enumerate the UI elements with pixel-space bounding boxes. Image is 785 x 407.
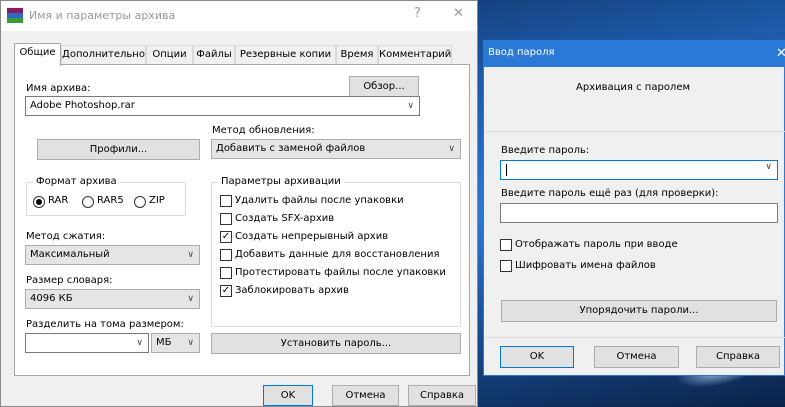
password-dialog-title-bar[interactable]: Ввод пароля ✕ — [484, 41, 785, 67]
tab-backup[interactable]: Резервные копии — [235, 45, 336, 65]
format-rar-label: RAR — [48, 195, 69, 206]
help-button[interactable]: Справка — [408, 385, 476, 406]
organize-passwords-button[interactable]: Упорядочить пароли... — [501, 300, 777, 322]
cancel-button[interactable]: Отмена — [332, 385, 399, 406]
help-button[interactable]: Справка — [696, 346, 780, 368]
split-volumes-label: Разделить на тома размером: — [26, 319, 184, 330]
password-input[interactable]: ∨ — [500, 160, 778, 180]
profiles-button[interactable]: Профили... — [37, 139, 200, 160]
cancel-button[interactable]: Отмена — [594, 346, 679, 368]
tab-options[interactable]: Опции — [146, 45, 193, 65]
dictionary-size-select[interactable]: 4096 КБ ∨ — [25, 289, 200, 309]
chevron-down-icon[interactable]: ∨ — [187, 290, 194, 308]
general-tab-panel: Имя архива: Обзор... Adobe Photoshop.rar… — [14, 64, 470, 376]
password-dialog-title: Ввод пароля — [488, 47, 555, 58]
chevron-down-icon[interactable]: ∨ — [765, 162, 772, 172]
archive-name-label: Имя архива: — [26, 83, 91, 94]
archive-params-title: Параметры архивации — [218, 176, 344, 187]
compression-method-value: Максимальный — [30, 249, 110, 260]
ok-button[interactable]: OK — [500, 346, 574, 368]
tab-advanced[interactable]: Дополнительно — [61, 45, 146, 65]
tab-time[interactable]: Время — [336, 45, 378, 65]
dictionary-size-label: Размер словаря: — [26, 275, 113, 286]
split-unit-select[interactable]: МБ ∨ — [151, 333, 200, 353]
winrar-app-icon — [7, 8, 23, 24]
archive-name-value: Adobe Photoshop.rar — [30, 100, 135, 111]
lock-archive-checkbox[interactable]: ✓ — [220, 285, 232, 297]
solid-archive-checkbox[interactable]: ✓ — [220, 231, 232, 243]
chevron-down-icon[interactable]: ∨ — [136, 334, 143, 352]
archive-format-group: Формат архива RAR RAR5 ZIP — [26, 176, 186, 216]
close-icon[interactable]: ✕ — [776, 46, 785, 61]
archive-name-combo[interactable]: Adobe Photoshop.rar ∨ — [25, 96, 420, 116]
split-unit-value: МБ — [156, 337, 172, 348]
archive-settings-window: Имя и параметры архива ? ✕ Общие Дополни… — [0, 0, 478, 407]
show-password-label: Отображать пароль при вводе — [515, 239, 678, 250]
create-sfx-checkbox[interactable] — [220, 213, 232, 225]
split-volumes-combo[interactable]: ∨ — [25, 333, 149, 353]
separator — [484, 337, 785, 338]
tab-general[interactable]: Общие — [14, 43, 61, 66]
test-files-label: Протестировать файлы после упаковки — [235, 267, 446, 278]
ok-button[interactable]: OK — [263, 385, 313, 406]
delete-after-pack-label: Удалить файлы после упаковки — [235, 195, 404, 206]
reenter-password-input[interactable] — [500, 203, 778, 223]
chevron-down-icon[interactable]: ∨ — [407, 97, 414, 115]
title-bar[interactable]: Имя и параметры архива ? ✕ — [1, 1, 477, 31]
enter-password-label: Введите пароль: — [501, 145, 590, 156]
format-rar5-label: RAR5 — [97, 195, 124, 206]
encrypt-filenames-checkbox[interactable] — [500, 260, 512, 272]
format-rar5-radio[interactable] — [82, 196, 94, 208]
chevron-down-icon[interactable]: ∨ — [187, 334, 194, 352]
archive-format-title: Формат архива — [33, 176, 120, 187]
format-zip-radio[interactable] — [134, 196, 146, 208]
password-dialog: Ввод пароля ✕ Архивация с паролем Введит… — [483, 40, 785, 376]
dictionary-size-value: 4096 КБ — [30, 293, 73, 304]
help-icon[interactable]: ? — [414, 6, 421, 21]
create-sfx-label: Создать SFX-архив — [235, 213, 335, 224]
password-heading: Архивация с паролем — [576, 82, 691, 93]
tab-files[interactable]: Файлы — [193, 45, 235, 65]
reenter-password-label: Введите пароль ещё раз (для проверки): — [501, 188, 719, 199]
separator — [484, 131, 785, 132]
compression-method-label: Метод сжатия: — [26, 231, 106, 242]
close-icon[interactable]: ✕ — [453, 6, 464, 21]
encrypt-filenames-label: Шифровать имена файлов — [515, 260, 656, 271]
test-files-checkbox[interactable] — [220, 267, 232, 279]
archive-params-group: Параметры архивации Удалить файлы после … — [211, 176, 461, 327]
recovery-record-label: Добавить данные для восстановления — [235, 249, 440, 260]
format-zip-label: ZIP — [149, 195, 165, 206]
window-title: Имя и параметры архива — [29, 9, 176, 22]
compression-method-select[interactable]: Максимальный ∨ — [25, 245, 200, 265]
show-password-checkbox[interactable] — [500, 239, 512, 251]
browse-button[interactable]: Обзор... — [349, 76, 419, 97]
set-password-button[interactable]: Установить пароль... — [211, 333, 461, 354]
recovery-record-checkbox[interactable] — [220, 249, 232, 261]
update-method-value: Добавить с заменой файлов — [216, 143, 366, 154]
chevron-down-icon[interactable]: ∨ — [187, 246, 194, 264]
update-method-select[interactable]: Добавить с заменой файлов ∨ — [211, 139, 461, 159]
chevron-down-icon[interactable]: ∨ — [448, 140, 455, 158]
lock-archive-label: Заблокировать архив — [235, 285, 349, 296]
format-rar-radio[interactable] — [33, 196, 45, 208]
solid-archive-label: Создать непрерывный архив — [235, 231, 389, 242]
text-cursor — [506, 164, 507, 176]
tab-comment[interactable]: Комментарий — [378, 45, 452, 65]
update-method-label: Метод обновления: — [212, 125, 315, 136]
delete-after-pack-checkbox[interactable] — [220, 195, 232, 207]
